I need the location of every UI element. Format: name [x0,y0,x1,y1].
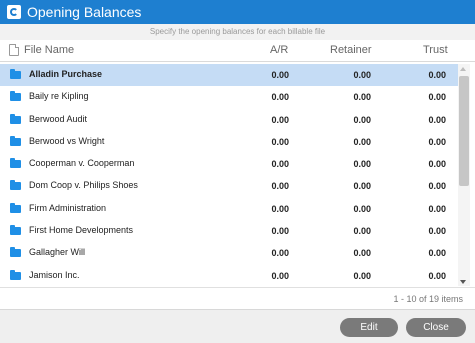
retainer-cell[interactable]: 0.00 [353,137,371,147]
table-row[interactable]: Dom Coop v. Philips Shoes 0.00 0.00 0.00 [0,175,458,197]
column-header-trust[interactable]: Trust [423,44,448,56]
ar-cell[interactable]: 0.00 [271,248,289,258]
table-row[interactable]: First Home Developments 0.00 0.00 0.00 [0,220,458,242]
ar-cell[interactable]: 0.00 [271,159,289,169]
table-row[interactable]: Berwood vs Wright 0.00 0.00 0.00 [0,131,458,153]
folder-icon [10,69,21,79]
file-name-cell: Berwood vs Wright [29,135,105,146]
ar-cell[interactable]: 0.00 [271,92,289,102]
retainer-cell[interactable]: 0.00 [353,248,371,258]
file-list: Alladin Purchase 0.00 0.00 0.00 Baily re Kip… [0,64,458,286]
table-row[interactable]: Baily re Kipling 0.00 0.00 0.00 [0,86,458,108]
file-name-cell: First Home Developments [29,225,134,236]
file-name-cell: Gallagher Will [29,247,86,258]
column-header-file-name[interactable]: File Name [24,44,74,56]
ar-cell[interactable]: 0.00 [271,204,289,214]
retainer-cell[interactable]: 0.00 [353,204,371,214]
retainer-cell[interactable]: 0.00 [353,70,371,80]
table-row[interactable]: Cooperman v. Cooperman 0.00 0.00 0.00 [0,153,458,175]
ar-cell[interactable]: 0.00 [271,70,289,80]
folder-icon [10,91,21,102]
retainer-cell[interactable]: 0.00 [353,159,371,169]
close-button[interactable]: Close [406,318,466,337]
dialog-subtitle: Specify the opening balances for each bi… [0,24,475,40]
trust-cell[interactable]: 0.00 [428,204,446,214]
folder-icon [10,269,21,280]
dialog-title: Opening Balances [27,4,142,20]
scroll-thumb[interactable] [459,76,469,186]
file-name-cell: Berwood Audit [29,113,88,124]
grid-header: File Name A/R Retainer Trust [0,40,475,62]
trust-cell[interactable]: 0.00 [428,70,446,80]
trust-cell[interactable]: 0.00 [428,115,446,125]
table-row[interactable]: Jamison Inc. 0.00 0.00 0.00 [0,265,458,286]
file-name-cell: Cooperman v. Cooperman [29,158,135,169]
trust-cell[interactable]: 0.00 [428,137,446,147]
trust-cell[interactable]: 0.00 [428,181,446,191]
table-row[interactable]: Berwood Audit 0.00 0.00 0.00 [0,109,458,131]
ar-cell[interactable]: 0.00 [271,115,289,125]
trust-cell[interactable]: 0.00 [428,271,446,281]
ar-cell[interactable]: 0.00 [271,181,289,191]
table-row[interactable]: Alladin Purchase 0.00 0.00 0.00 [0,64,458,87]
file-name-cell: Jamison Inc. [29,269,80,280]
ar-cell[interactable]: 0.00 [271,137,289,147]
retainer-cell[interactable]: 0.00 [353,271,371,281]
dialog-footer: Edit Close [0,309,475,343]
retainer-cell[interactable]: 0.00 [353,115,371,125]
ar-cell[interactable]: 0.00 [271,226,289,236]
retainer-cell[interactable]: 0.00 [353,226,371,236]
column-header-ar[interactable]: A/R [270,44,288,56]
file-name-cell: Dom Coop v. Philips Shoes [29,180,138,191]
folder-icon [10,113,21,124]
ar-cell[interactable]: 0.00 [271,271,289,281]
folder-icon [10,158,21,169]
column-header-retainer[interactable]: Retainer [330,44,372,56]
trust-cell[interactable]: 0.00 [428,248,446,258]
vertical-scrollbar[interactable] [458,64,470,286]
pager-info: 1 - 10 of 19 items [0,287,475,308]
scroll-up-arrow-icon[interactable] [460,67,466,71]
retainer-cell[interactable]: 0.00 [353,181,371,191]
trust-cell[interactable]: 0.00 [428,92,446,102]
file-icon [9,44,19,56]
folder-icon [10,180,21,191]
dialog-titlebar: Opening Balances [0,0,475,24]
scroll-down-arrow-icon[interactable] [460,280,466,284]
table-row[interactable]: Firm Administration 0.00 0.00 0.00 [0,198,458,220]
file-name-cell: Firm Administration [29,202,107,213]
folder-icon [10,247,21,258]
file-name-cell: Baily re Kipling [29,91,89,102]
folder-icon [10,202,21,213]
folder-icon [10,225,21,236]
file-name-cell: Alladin Purchase [29,69,103,79]
retainer-cell[interactable]: 0.00 [353,92,371,102]
table-row[interactable]: Gallagher Will 0.00 0.00 0.00 [0,242,458,264]
edit-button[interactable]: Edit [340,318,398,337]
folder-icon [10,135,21,146]
trust-cell[interactable]: 0.00 [428,159,446,169]
trust-cell[interactable]: 0.00 [428,226,446,236]
app-logo-icon [7,5,21,19]
